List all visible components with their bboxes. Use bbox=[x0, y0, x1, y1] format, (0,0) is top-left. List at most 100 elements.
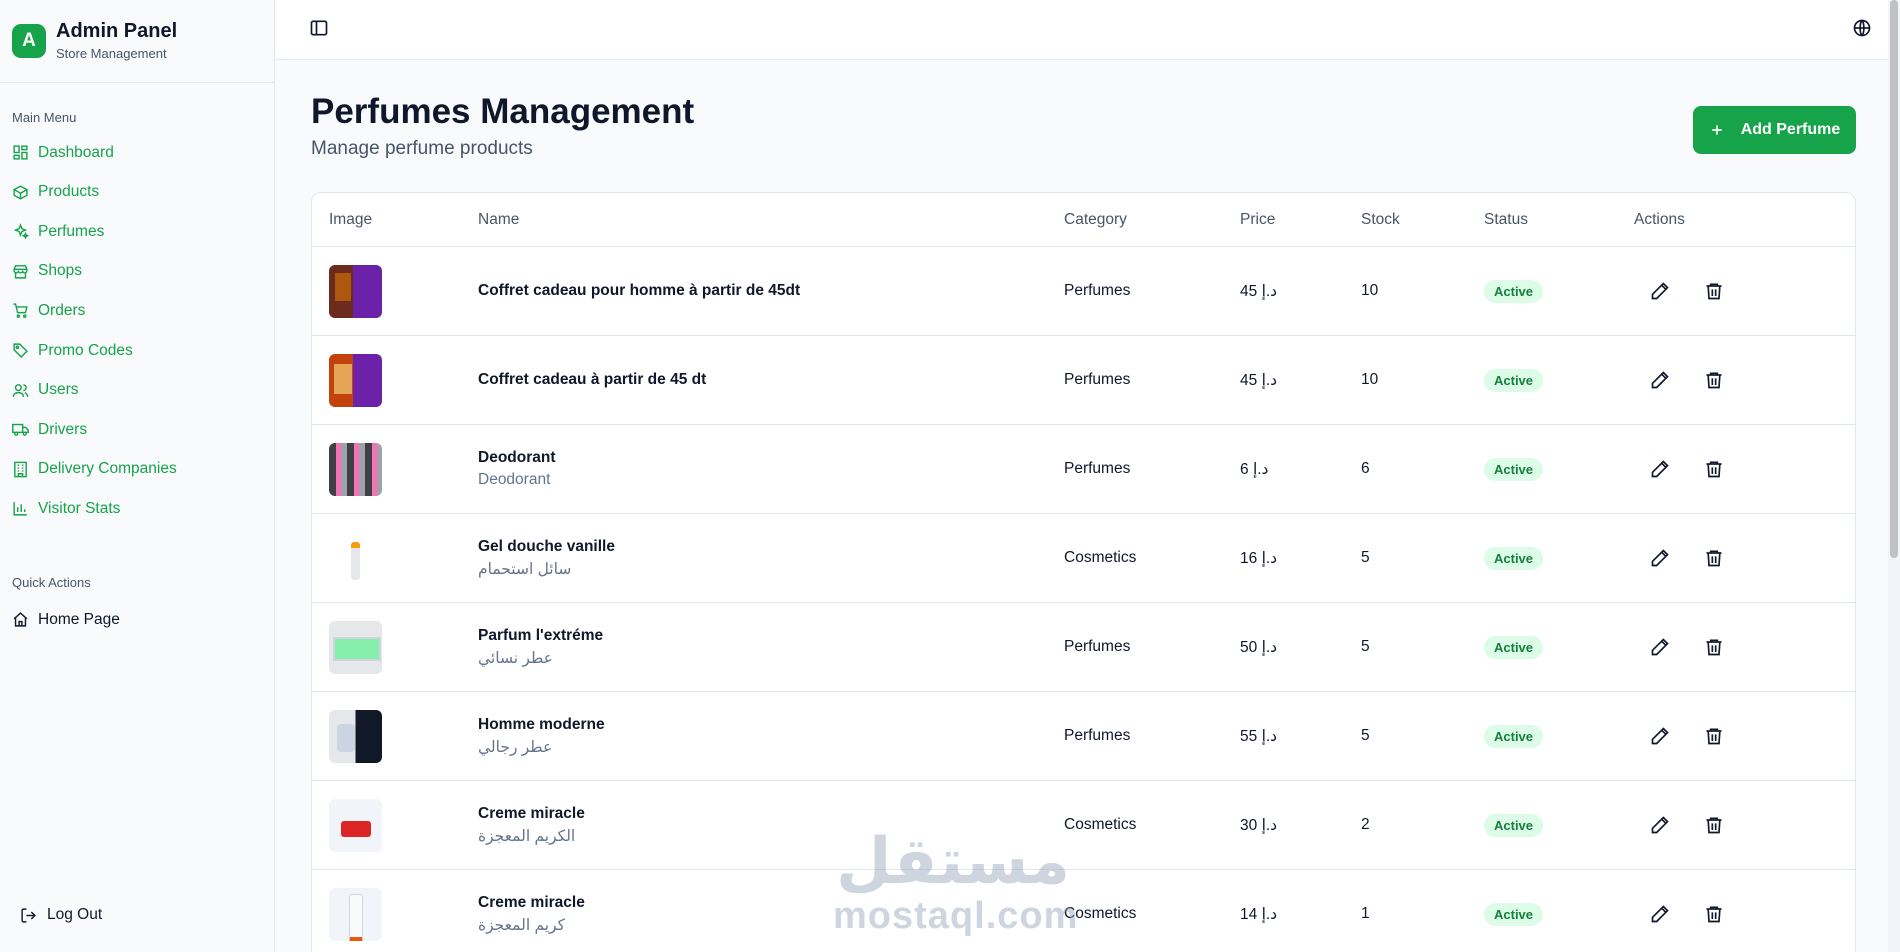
delete-button[interactable] bbox=[1704, 370, 1724, 390]
edit-button[interactable] bbox=[1650, 459, 1670, 479]
brand: A Admin Panel Store Management bbox=[0, 0, 274, 83]
edit-button[interactable] bbox=[1650, 904, 1670, 924]
product-stock: 10 bbox=[1361, 282, 1379, 299]
sidebar-item-label: Perfumes bbox=[38, 222, 105, 240]
delete-button[interactable] bbox=[1704, 904, 1724, 924]
product-stock: 2 bbox=[1361, 816, 1370, 833]
logout-button[interactable]: Log Out bbox=[20, 906, 102, 924]
product-category: Cosmetics bbox=[1064, 816, 1137, 833]
edit-button[interactable] bbox=[1650, 815, 1670, 835]
status-badge: Active bbox=[1484, 902, 1544, 926]
sidebar-item-label: Drivers bbox=[38, 420, 88, 438]
quick-actions-heading: Quick Actions bbox=[12, 574, 91, 590]
edit-button[interactable] bbox=[1650, 637, 1670, 657]
product-stock: 1 bbox=[1361, 905, 1370, 922]
status-badge: Active bbox=[1484, 546, 1544, 570]
main-menu: Main Menu Dashboard Products Perfumes Sh… bbox=[0, 108, 274, 635]
home-icon bbox=[13, 612, 28, 628]
sidebar-item-orders[interactable]: Orders bbox=[12, 296, 274, 326]
product-name: Coffret cadeau pour homme à partir de 45… bbox=[478, 282, 801, 299]
plus-icon bbox=[1712, 125, 1722, 135]
delete-button[interactable] bbox=[1704, 548, 1724, 568]
add-perfume-label: Add Perfume bbox=[1740, 121, 1841, 138]
sidebar-item-shops[interactable]: Shops bbox=[12, 256, 274, 286]
edit-button[interactable] bbox=[1650, 281, 1670, 301]
pencil-icon bbox=[1650, 816, 1670, 839]
sidebar-item-dashboard[interactable]: Dashboard bbox=[12, 138, 274, 168]
sidebar-item-visitor-stats[interactable]: Visitor Stats bbox=[12, 494, 274, 524]
page-subtitle: Manage perfume products bbox=[311, 138, 533, 159]
bar-chart-icon bbox=[13, 502, 27, 517]
pencil-icon bbox=[1650, 727, 1670, 750]
column-header-price: Price bbox=[1240, 211, 1276, 228]
product-image bbox=[329, 353, 382, 407]
product-category: Cosmetics bbox=[1064, 549, 1137, 566]
add-perfume-button[interactable]: Add Perfume bbox=[1693, 106, 1856, 154]
sidebar-item-delivery-companies[interactable]: Delivery Companies bbox=[12, 454, 274, 484]
product-price: 55 د.إ bbox=[1240, 727, 1278, 745]
product-subname: الكريم المعجزة bbox=[478, 827, 576, 845]
sidebar-item-drivers[interactable]: Drivers bbox=[12, 415, 274, 445]
product-category: Perfumes bbox=[1064, 727, 1131, 744]
product-name: Gel douche vanille bbox=[478, 537, 615, 555]
pencil-icon bbox=[1650, 549, 1670, 572]
tag-icon bbox=[13, 343, 28, 358]
sidebar-item-label: Dashboard bbox=[38, 143, 114, 161]
logout-label: Log Out bbox=[47, 906, 103, 923]
sidebar-item-promo-codes[interactable]: Promo Codes bbox=[12, 336, 274, 366]
product-price: 50 د.إ bbox=[1240, 638, 1278, 656]
product-stock: 5 bbox=[1361, 549, 1370, 566]
delete-button[interactable] bbox=[1704, 726, 1724, 746]
globe-icon bbox=[1853, 19, 1871, 37]
product-category: Perfumes bbox=[1064, 282, 1131, 299]
users-icon bbox=[12, 383, 29, 397]
pencil-icon bbox=[1650, 905, 1670, 928]
sidebar-item-products[interactable]: Products bbox=[12, 177, 274, 207]
sidebar-item-users[interactable]: Users bbox=[12, 375, 274, 405]
column-header-stock: Stock bbox=[1361, 211, 1400, 228]
table-row: Creme miracle كريم المعجزة Cosmetics 14 د.إ… bbox=[312, 870, 1855, 952]
edit-button[interactable] bbox=[1650, 370, 1670, 390]
scrollbar-thumb[interactable] bbox=[1890, 0, 1898, 558]
product-price: 45 د.إ bbox=[1240, 371, 1278, 389]
sidebar-item-perfumes[interactable]: Perfumes bbox=[12, 217, 274, 247]
column-header-image: Image bbox=[329, 211, 373, 228]
delete-button[interactable] bbox=[1704, 815, 1724, 835]
trash-icon bbox=[1704, 728, 1724, 750]
trash-icon bbox=[1704, 639, 1724, 661]
product-category: Cosmetics bbox=[1064, 905, 1137, 922]
table-row: Gel douche vanille سائل استحمام Cosmetics 1… bbox=[312, 514, 1855, 603]
product-name: Homme moderne bbox=[478, 715, 605, 733]
trash-icon bbox=[1704, 372, 1724, 394]
sidebar-item-label: Users bbox=[38, 381, 79, 399]
brand-title: Admin Panel bbox=[56, 20, 178, 42]
status-badge: Active bbox=[1484, 368, 1544, 392]
product-name: Deodorant bbox=[478, 449, 556, 466]
table-row: Parfum l'extréme عطر نسائي Perfumes 50 د.إ 5… bbox=[312, 603, 1855, 692]
brand-subtitle: Store Management bbox=[56, 46, 167, 61]
table-row: Coffret cadeau à partir de 45 dt Perfumes… bbox=[312, 336, 1855, 425]
column-header-actions: Actions bbox=[1634, 211, 1685, 228]
product-image bbox=[329, 709, 382, 763]
product-image bbox=[329, 531, 382, 585]
sidebar-toggle-icon bbox=[310, 20, 328, 36]
perfumes-table: Image Name Category Price Stock Status A… bbox=[311, 192, 1856, 952]
status-badge: Active bbox=[1484, 724, 1544, 748]
cart-icon bbox=[13, 303, 28, 319]
sidebar-item-home-page[interactable]: Home Page bbox=[12, 605, 274, 635]
delete-button[interactable] bbox=[1704, 459, 1724, 479]
sparkles-icon bbox=[13, 223, 29, 240]
edit-button[interactable] bbox=[1650, 726, 1670, 746]
delete-button[interactable] bbox=[1704, 281, 1724, 301]
table-row: Deodorant Deodorant Perfumes 6 د.إ 6 Active bbox=[312, 425, 1855, 514]
delete-button[interactable] bbox=[1704, 637, 1724, 657]
edit-button[interactable] bbox=[1650, 548, 1670, 568]
sidebar-item-label: Delivery Companies bbox=[38, 460, 177, 478]
logout-icon bbox=[21, 907, 36, 923]
language-button[interactable] bbox=[1852, 18, 1872, 38]
sidebar-toggle-button[interactable] bbox=[309, 18, 329, 38]
product-image bbox=[329, 620, 382, 674]
pencil-icon bbox=[1650, 371, 1670, 394]
pencil-icon bbox=[1650, 282, 1670, 305]
scrollbar[interactable] bbox=[1888, 0, 1900, 952]
